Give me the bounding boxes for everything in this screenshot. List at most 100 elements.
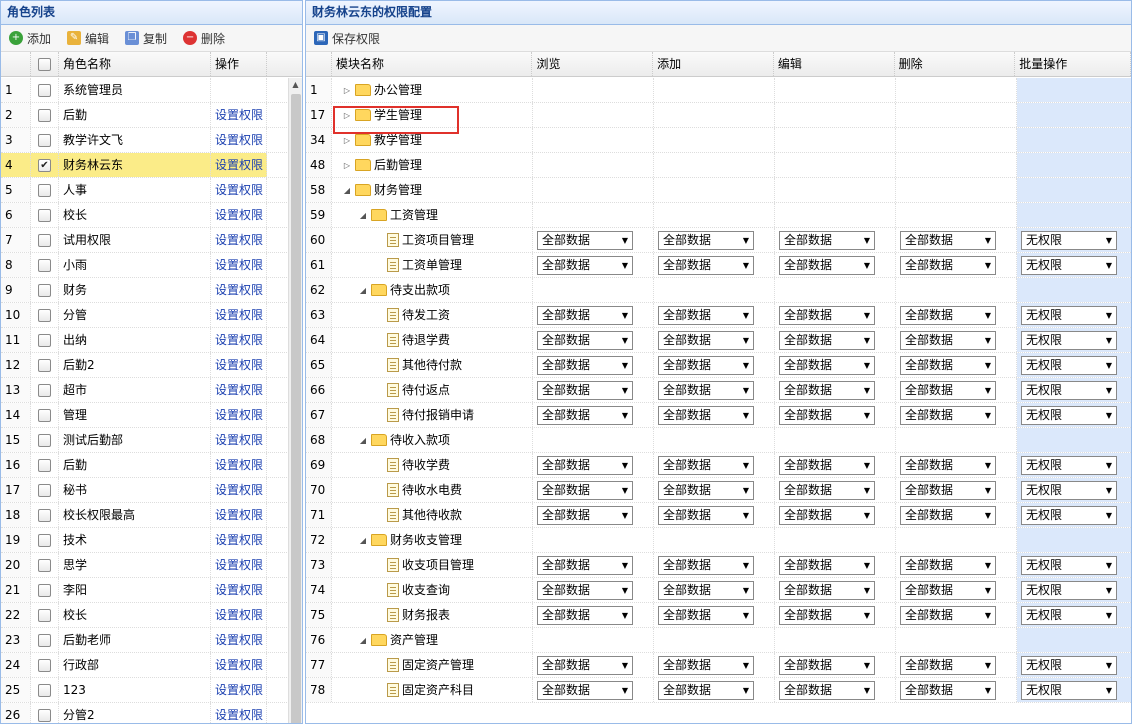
batch-operation-header[interactable]: 批量操作 [1015,52,1131,76]
browse-scope-select[interactable]: 全部数据 ▼ [537,505,633,525]
delete-scope-select[interactable]: 全部数据 ▼ [900,230,996,250]
batch-operation-select[interactable]: 无权限 ▼ [1021,455,1117,475]
row-checkbox[interactable] [38,533,51,547]
row-checkbox[interactable] [38,333,51,347]
add-scope-select[interactable]: 全部数据 ▼ [658,580,754,600]
edit-scope-select[interactable]: 全部数据 ▼ [779,380,875,400]
add-scope-select[interactable]: 全部数据 ▼ [658,655,754,675]
set-permission-link[interactable]: 设置权限 [215,153,263,177]
set-permission-link[interactable]: 设置权限 [215,103,263,127]
add-scope-select[interactable]: 全部数据 ▼ [658,605,754,625]
set-permission-link[interactable]: 设置权限 [215,578,263,602]
batch-operation-select[interactable]: 无权限 ▼ [1021,330,1117,350]
set-permission-link[interactable]: 设置权限 [215,428,263,452]
add-scope-select[interactable]: 全部数据 ▼ [658,555,754,575]
batch-operation-select[interactable]: 无权限 ▼ [1021,380,1117,400]
module-row[interactable]: 77 固定资产管理 全部数据 ▼ 全部数据 ▼ 全部数据 ▼ 全部数据 ▼ 无权限 ▼ [306,653,1131,678]
add-scope-select[interactable]: 全部数据 ▼ [658,480,754,500]
set-permission-link[interactable]: 设置权限 [215,628,263,652]
role-row[interactable]: 11 出纳 设置权限 [1,328,287,353]
row-checkbox[interactable] [38,83,51,97]
browse-scope-select[interactable]: 全部数据 ▼ [537,480,633,500]
role-row[interactable]: 18 校长权限最高 设置权限 [1,503,287,528]
role-row[interactable]: 22 校长 设置权限 [1,603,287,628]
row-checkbox[interactable] [38,408,51,422]
add-scope-select[interactable]: 全部数据 ▼ [658,680,754,700]
row-checkbox[interactable] [38,233,51,247]
tree-node[interactable]: ◢ 待收入款项 [336,428,450,452]
tree-node[interactable]: ◢ 工资管理 [336,203,438,227]
browse-scope-select[interactable]: 全部数据 ▼ [537,380,633,400]
copy-role-button[interactable]: ❐ 复制 [125,30,167,47]
module-row[interactable]: 73 收支项目管理 全部数据 ▼ 全部数据 ▼ 全部数据 ▼ 全部数据 ▼ 无权限 ▼ [306,553,1131,578]
module-row[interactable]: 70 待收水电费 全部数据 ▼ 全部数据 ▼ 全部数据 ▼ 全部数据 ▼ 无权限 ▼ [306,478,1131,503]
row-checkbox[interactable] [38,308,51,322]
row-checkbox[interactable] [38,133,51,147]
edit-scope-select[interactable]: 全部数据 ▼ [779,255,875,275]
add-scope-select[interactable]: 全部数据 ▼ [658,380,754,400]
tree-node[interactable]: 财务报表 [336,603,450,627]
edit-scope-select[interactable]: 全部数据 ▼ [779,305,875,325]
role-grid-scrollbar[interactable]: ▲ [288,78,302,723]
browse-scope-select[interactable]: 全部数据 ▼ [537,230,633,250]
module-row[interactable]: 78 固定资产科目 全部数据 ▼ 全部数据 ▼ 全部数据 ▼ 全部数据 ▼ 无权限 ▼ [306,678,1131,703]
tree-node[interactable]: 待收学费 [336,453,450,477]
delete-header[interactable]: 删除 [895,52,1016,76]
set-permission-link[interactable]: 设置权限 [215,178,263,202]
set-permission-link[interactable]: 设置权限 [215,378,263,402]
browse-scope-select[interactable]: 全部数据 ▼ [537,580,633,600]
expand-icon[interactable]: ▷ [342,103,352,127]
row-checkbox[interactable] [38,258,51,272]
edit-role-button[interactable]: ✎ 编辑 [67,30,109,47]
set-permission-link[interactable]: 设置权限 [215,678,263,702]
save-permissions-button[interactable]: ▣ 保存权限 [314,30,380,47]
expand-icon[interactable]: ▷ [342,78,352,102]
browse-scope-select[interactable]: 全部数据 ▼ [537,455,633,475]
expand-icon[interactable]: ▷ [342,153,352,177]
add-scope-select[interactable]: 全部数据 ▼ [658,305,754,325]
set-permission-link[interactable]: 设置权限 [215,553,263,577]
role-row[interactable]: 10 分管 设置权限 [1,303,287,328]
row-checkbox[interactable] [38,508,51,522]
delete-role-button[interactable]: − 删除 [183,30,225,47]
row-checkbox[interactable] [38,383,51,397]
module-row[interactable]: 58 ◢ 财务管理 [306,178,1131,203]
batch-operation-select[interactable]: 无权限 ▼ [1021,480,1117,500]
role-row[interactable]: 15 测试后勤部 设置权限 [1,428,287,453]
add-scope-select[interactable]: 全部数据 ▼ [658,255,754,275]
role-row[interactable]: 9 财务 设置权限 [1,278,287,303]
module-row[interactable]: 1 ▷ 办公管理 [306,78,1131,103]
module-row[interactable]: 61 工资单管理 全部数据 ▼ 全部数据 ▼ 全部数据 ▼ 全部数据 ▼ 无权限 ▼ [306,253,1131,278]
edit-scope-select[interactable]: 全部数据 ▼ [779,605,875,625]
batch-operation-select[interactable]: 无权限 ▼ [1021,230,1117,250]
row-checkbox[interactable] [38,683,51,697]
module-row[interactable]: 65 其他待付款 全部数据 ▼ 全部数据 ▼ 全部数据 ▼ 全部数据 ▼ 无权限 ▼ [306,353,1131,378]
set-permission-link[interactable]: 设置权限 [215,328,263,352]
browse-scope-select[interactable]: 全部数据 ▼ [537,655,633,675]
set-permission-link[interactable]: 设置权限 [215,303,263,327]
set-permission-link[interactable]: 设置权限 [215,478,263,502]
set-permission-link[interactable]: 设置权限 [215,228,263,252]
delete-scope-select[interactable]: 全部数据 ▼ [900,380,996,400]
delete-scope-select[interactable]: 全部数据 ▼ [900,605,996,625]
delete-scope-select[interactable]: 全部数据 ▼ [900,655,996,675]
row-checkbox[interactable] [38,658,51,672]
module-row[interactable]: 71 其他待收款 全部数据 ▼ 全部数据 ▼ 全部数据 ▼ 全部数据 ▼ 无权限 ▼ [306,503,1131,528]
tree-node[interactable]: 固定资产管理 [336,653,474,677]
collapse-icon[interactable]: ◢ [358,428,368,452]
role-row[interactable]: 12 后勤2 设置权限 [1,353,287,378]
tree-node[interactable]: 工资项目管理 [336,228,474,252]
tree-node[interactable]: 待付返点 [336,378,450,402]
row-checkbox[interactable] [38,583,51,597]
row-checkbox[interactable] [38,458,51,472]
delete-scope-select[interactable]: 全部数据 ▼ [900,305,996,325]
row-checkbox[interactable] [38,433,51,447]
scrollbar-thumb[interactable] [291,94,301,723]
tree-node[interactable]: 固定资产科目 [336,678,474,702]
tree-node[interactable]: 收支查询 [336,578,450,602]
batch-operation-select[interactable]: 无权限 ▼ [1021,555,1117,575]
edit-scope-select[interactable]: 全部数据 ▼ [779,230,875,250]
delete-scope-select[interactable]: 全部数据 ▼ [900,405,996,425]
batch-operation-select[interactable]: 无权限 ▼ [1021,505,1117,525]
module-row[interactable]: 68 ◢ 待收入款项 [306,428,1131,453]
